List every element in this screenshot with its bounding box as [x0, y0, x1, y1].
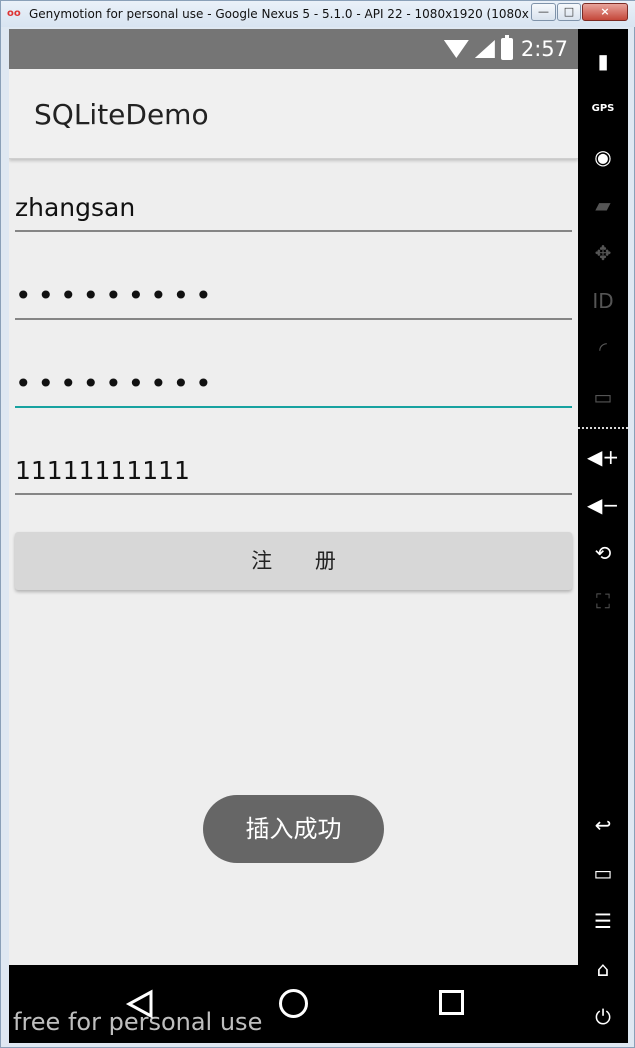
rotate-icon[interactable]: ⟲ — [587, 537, 619, 569]
status-bar: 2:57 — [9, 29, 578, 69]
id-icon[interactable]: ID — [587, 285, 619, 317]
battery-icon[interactable]: ▮ — [587, 45, 619, 77]
sidebar-divider — [578, 427, 628, 429]
back-icon[interactable]: ↩ — [587, 809, 619, 841]
power-icon[interactable]: ⏻ — [587, 1001, 619, 1033]
close-icon: × — [600, 5, 610, 18]
app-bar: SQLiteDemo — [9, 69, 578, 159]
home-icon[interactable] — [279, 989, 308, 1018]
rss-icon[interactable]: ◜ — [587, 333, 619, 365]
home-icon[interactable]: ⌂ — [587, 953, 619, 985]
message-icon[interactable]: ▭ — [587, 381, 619, 413]
status-icons: 2:57 — [443, 35, 568, 61]
fullscreen-icon[interactable]: ⛶ — [587, 585, 619, 617]
status-time: 2:57 — [520, 37, 568, 61]
success-toast: 插入成功 — [203, 795, 384, 863]
id-label: ID — [592, 289, 614, 313]
minimize-icon: — — [538, 5, 549, 18]
genymotion-sidebar: ▮ GPS ◉ ▰ ✥ ID ◜ ▭ ◀+ ◀− ⟲ ⛶ ↩ ▭ ☰ ⌂ ⏻ — [578, 29, 628, 1043]
gps-icon[interactable]: GPS — [587, 93, 619, 125]
android-screen: 2:57 SQLiteDemo zhangsan ••••••••• •••••… — [9, 29, 578, 1043]
window-title: Genymotion for personal use - Google Nex… — [29, 7, 529, 21]
genymotion-icon: oo — [7, 8, 21, 19]
menu-icon[interactable]: ☰ — [587, 905, 619, 937]
phone-value: 11111111111 — [15, 456, 190, 485]
app-title: SQLiteDemo — [34, 98, 209, 131]
register-button[interactable]: 注 册 — [15, 532, 572, 590]
confirm-password-value: ••••••••• — [15, 367, 218, 400]
clapperboard-icon[interactable]: ▰ — [587, 189, 619, 221]
battery-icon — [500, 35, 513, 60]
wifi-icon — [443, 40, 469, 58]
signal-icon — [474, 40, 495, 58]
username-value: zhangsan — [15, 193, 136, 222]
volume-up-icon[interactable]: ◀+ — [587, 441, 619, 473]
phone-field[interactable]: 11111111111 — [15, 449, 572, 495]
recent-apps-icon[interactable] — [439, 990, 464, 1015]
camera-icon[interactable]: ◉ — [587, 141, 619, 173]
personal-use-watermark: free for personal use — [13, 1008, 263, 1036]
confirm-password-field[interactable]: ••••••••• — [15, 362, 572, 408]
maximize-icon: □ — [563, 5, 575, 18]
gps-label: GPS — [591, 103, 615, 114]
username-field[interactable]: zhangsan — [15, 186, 572, 232]
password-field[interactable]: ••••••••• — [15, 274, 572, 320]
minimize-button[interactable]: — — [531, 3, 556, 21]
window-titlebar: oo Genymotion for personal use - Google … — [1, 1, 635, 27]
genymotion-window: oo Genymotion for personal use - Google … — [0, 0, 635, 1048]
maximize-button[interactable]: □ — [557, 3, 581, 21]
move-icon[interactable]: ✥ — [587, 237, 619, 269]
volume-down-icon[interactable]: ◀− — [587, 489, 619, 521]
recent-apps-icon[interactable]: ▭ — [587, 857, 619, 889]
close-button[interactable]: × — [582, 3, 628, 21]
password-value: ••••••••• — [15, 279, 218, 312]
